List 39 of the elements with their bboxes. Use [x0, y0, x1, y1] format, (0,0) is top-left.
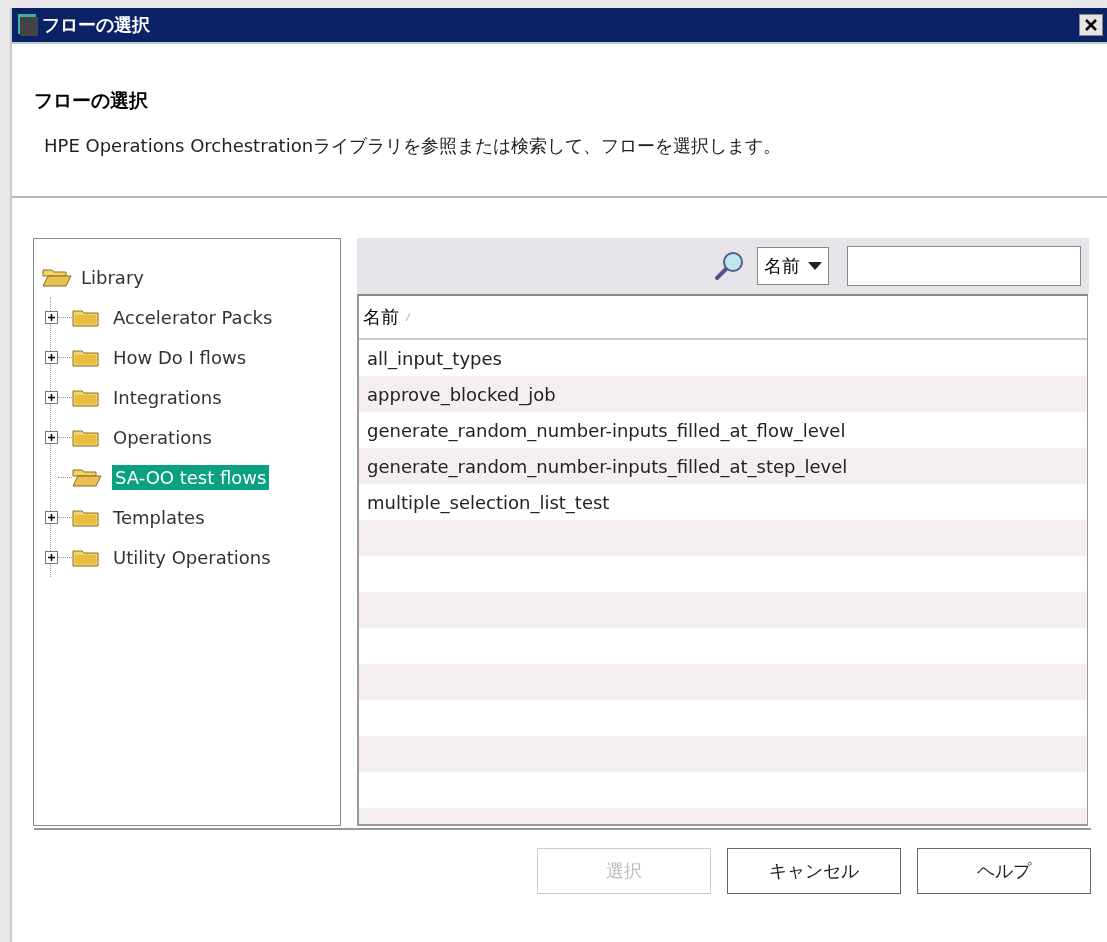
window-title: フローの選択: [42, 13, 151, 37]
expand-icon[interactable]: [46, 391, 57, 403]
table-cell[interactable]: multiple_selection_list_test: [367, 491, 610, 513]
expand-icon[interactable]: [46, 431, 57, 443]
tree-item[interactable]: Operations: [110, 424, 215, 450]
table-cell[interactable]: generate_random_number-inputs_filled_at_step_level: [367, 455, 848, 477]
dialog-button[interactable]: キャンセル: [727, 848, 901, 894]
table-cell[interactable]: all_input_types: [367, 347, 502, 369]
tree-item[interactable]: Utility Operations: [110, 544, 274, 570]
tree-item[interactable]: How Do I flows: [110, 344, 250, 370]
folder-icon: [72, 347, 100, 367]
search-icon[interactable]: [713, 250, 745, 282]
dialog-button[interactable]: ヘルプ: [917, 848, 1091, 894]
tree-item[interactable]: Integrations: [110, 384, 225, 410]
tree-item[interactable]: Templates: [110, 504, 208, 530]
expand-icon[interactable]: [46, 551, 57, 563]
caret-icon: [808, 262, 822, 270]
folder-icon: [72, 547, 100, 567]
open-folder-icon: [72, 467, 102, 487]
table-cell[interactable]: generate_random_number-inputs_filled_at_flow_level: [367, 419, 846, 441]
expand-icon[interactable]: [46, 351, 57, 363]
sort-icon: [405, 312, 411, 322]
search-field-dropdown[interactable]: 名前: [757, 247, 829, 285]
folder-icon: [72, 387, 100, 407]
column-header[interactable]: 名前: [363, 305, 399, 329]
app-icon: [18, 14, 38, 36]
tree-item[interactable]: Library: [78, 264, 147, 290]
dialog-heading: フローの選択: [34, 88, 149, 113]
expand-icon[interactable]: [46, 511, 57, 523]
description-text: HPE Operations Orchestrationライブラリを参照または検索して、フローを選択します。: [44, 134, 783, 158]
expand-icon[interactable]: [46, 311, 57, 323]
folder-icon: [72, 507, 100, 527]
search-field[interactable]: [847, 246, 1081, 286]
close-icon: [1084, 18, 1098, 32]
folder-icon: [72, 307, 100, 327]
table-cell[interactable]: approve_blocked_job: [367, 383, 556, 405]
folder-icon: [72, 427, 100, 447]
tree-item[interactable]: Accelerator Packs: [110, 304, 276, 330]
close-button[interactable]: [1079, 14, 1103, 36]
